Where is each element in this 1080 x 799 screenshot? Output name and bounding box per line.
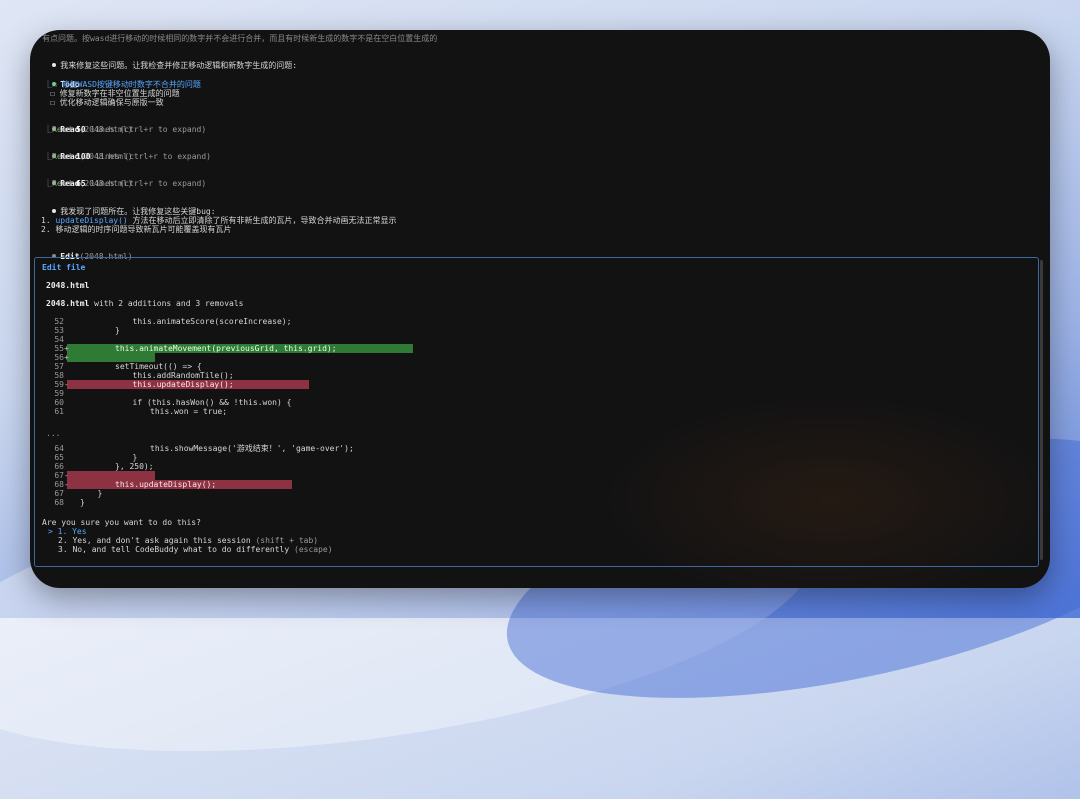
todo-item: ☐ 优化移动逻辑确保与原版一致 xyxy=(50,98,164,107)
diff-line-number: 61 xyxy=(54,407,64,416)
diff-removed-highlight xyxy=(67,471,155,480)
diff-code-line: this.updateDisplay(); xyxy=(132,380,234,389)
terminal-window: 有点问题。按wasd进行移动的时候相同的数字并不会进行合并，而且有时候新生成的数… xyxy=(30,30,1050,588)
edit-file-panel: Edit file 2048.html 2048.html with 2 add… xyxy=(34,257,1039,567)
diff-code-line: this.won = true; xyxy=(150,407,228,416)
bug-item: 2. 移动逻辑的时序问题导致新瓦片可能覆盖现有瓦片 xyxy=(41,225,232,234)
diff-code-line: } xyxy=(115,326,120,335)
bug-item: 1. updateDisplay() 方法在移动后立即清除了所有非新生成的瓦片，… xyxy=(41,216,397,225)
diff-line-number: 57 xyxy=(54,362,64,371)
diff-line-number: 64 xyxy=(54,444,64,453)
diff-line-number: 66 xyxy=(54,462,64,471)
diff-line-number: 67 xyxy=(54,471,64,480)
diff-code-line: } xyxy=(97,489,103,498)
confirm-question: Are you sure you want to do this? xyxy=(42,518,201,527)
diff-line-number: 56 xyxy=(54,353,64,362)
todo-item: ⎿☐ 修复WASD按键移动时数字不合并的问题 xyxy=(44,80,201,89)
panel-filename: 2048.html xyxy=(46,281,90,290)
diff-code-line: this.updateDisplay(); xyxy=(115,480,217,489)
diff-minus-marker: - xyxy=(64,471,69,480)
diff-ellipsis: ... xyxy=(46,429,61,438)
diff-line-number: 68 xyxy=(54,480,64,489)
bullet-icon xyxy=(52,209,57,213)
diff-added-highlight xyxy=(67,353,155,362)
diff-line-number: 53 xyxy=(54,326,64,335)
diff-minus-marker: - xyxy=(64,480,69,489)
bullet-icon xyxy=(52,63,57,67)
diff-code-line: this.animateScore(scoreIncrease); xyxy=(132,317,292,326)
diff-code-line: if (this.hasWon() && !this.won) { xyxy=(132,398,292,407)
diff-line-number: 67 xyxy=(54,489,64,498)
diff-line-number: 59 xyxy=(54,389,64,398)
diff-minus-marker: - xyxy=(64,380,69,389)
diff-summary: 2048.html with 2 additions and 3 removal… xyxy=(46,299,244,308)
panel-title: Edit file xyxy=(42,263,86,272)
read-result: ⎿Read 65 lines (ctrl+r to expand) xyxy=(44,179,207,188)
diff-plus-marker: + xyxy=(64,344,69,353)
diff-plus-marker: + xyxy=(64,353,69,362)
diff-code-line: this.showMessage('游戏结束！', 'game-over'); xyxy=(150,444,354,453)
diff-code-line: this.addRandomTile(); xyxy=(132,371,234,380)
diff-line-number: 54 xyxy=(54,335,64,344)
diff-line-number: 65 xyxy=(54,453,64,462)
diff-line-number: 58 xyxy=(54,371,64,380)
diff-line-number: 59 xyxy=(54,380,64,389)
read-result: ⎿Read 50 lines (ctrl+r to expand) xyxy=(44,125,207,134)
user-prompt-text: 有点问题。按wasd进行移动的时候相同的数字并不会进行合并，而且有时候新生成的数… xyxy=(42,34,438,43)
diff-code-line: } xyxy=(80,498,85,507)
diff-code-line: } xyxy=(132,453,138,462)
diff-line-number: 55 xyxy=(54,344,64,353)
option-no[interactable]: 3. No, and tell CodeBuddy what to do dif… xyxy=(58,545,333,554)
option-yes[interactable]: > 1. Yes xyxy=(48,527,87,536)
diff-line-number: 52 xyxy=(54,317,64,326)
read-result: ⎿Read 100 lines (ctrl+r to expand) xyxy=(44,152,211,161)
diff-code-line: }, 250); xyxy=(115,462,154,471)
diff-line-number: 68 xyxy=(54,498,64,507)
scrollbar[interactable] xyxy=(1040,260,1043,560)
diff-line-number: 60 xyxy=(54,398,64,407)
diff-code-line: setTimeout(() => { xyxy=(115,362,202,371)
option-yes-dont-ask[interactable]: 2. Yes, and don't ask again this session… xyxy=(58,536,318,545)
todo-item: ☐ 修复新数字在非空位置生成的问题 xyxy=(50,89,180,98)
diff-code-line: this.animateMovement(previousGrid, this.… xyxy=(115,344,337,353)
